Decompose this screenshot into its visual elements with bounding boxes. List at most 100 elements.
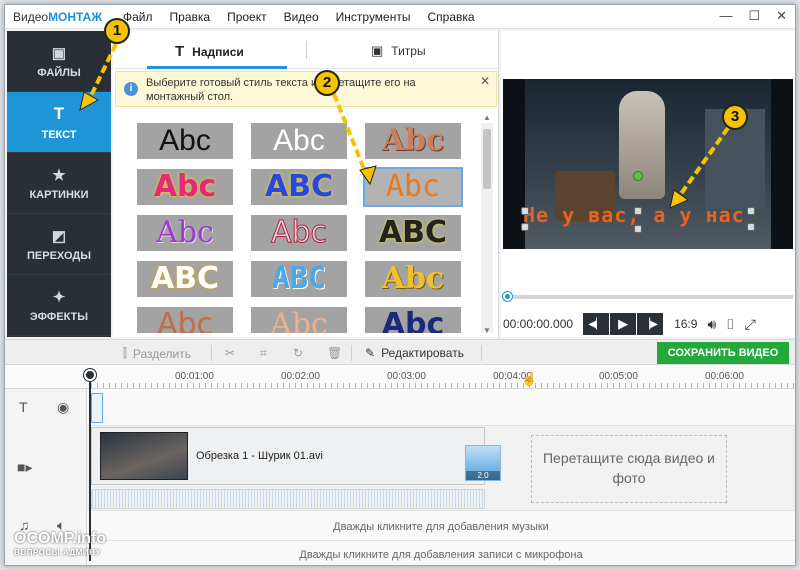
microphone-track[interactable]: Дважды кликните для добавления записи с … <box>87 543 795 565</box>
sidebar-item-transitions[interactable]: ◩ ПЕРЕХОДЫ <box>7 214 111 275</box>
text-style-tile[interactable]: ABC <box>137 261 233 297</box>
resize-handle[interactable] <box>747 223 755 231</box>
resize-handle[interactable] <box>634 207 642 215</box>
sidebar-item-label: ФАЙЛЫ <box>37 66 81 79</box>
preview-tools: 🔊︎ ⌷ ⤢ <box>707 316 755 333</box>
cut-icon[interactable]: ✂ <box>225 346 235 360</box>
edit-label: Редактировать <box>381 346 464 360</box>
resize-handle[interactable] <box>634 225 642 233</box>
sidebar-item-label: ТЕКСТ <box>41 128 77 141</box>
text-clip[interactable] <box>91 393 103 423</box>
ruler-tick-label: 00:05:00 <box>599 371 638 382</box>
resize-handle[interactable] <box>521 207 529 215</box>
text-style-tile[interactable]: Abc <box>365 123 461 159</box>
video-preview[interactable]: Не у вас, а у нас <box>503 79 793 249</box>
step-marker-2: 2 <box>314 70 340 96</box>
menu-help[interactable]: Справка <box>427 10 474 24</box>
menu-video[interactable]: Видео <box>284 10 319 24</box>
crop-icon[interactable]: ⌗ <box>260 346 267 361</box>
resize-handle[interactable] <box>521 223 529 231</box>
close-button[interactable]: ✕ <box>776 8 787 24</box>
menu-edit[interactable]: Правка <box>170 10 211 24</box>
hint-banner: i Выберите готовый стиль текста и перета… <box>115 71 497 107</box>
star-icon: ★ <box>52 166 66 184</box>
eye-icon[interactable]: ◉ <box>57 399 69 416</box>
sidebar-item-pictures[interactable]: ★ КАРТИНКИ <box>7 153 111 214</box>
text-style-tile[interactable]: ABC <box>251 261 347 297</box>
aspect-ratio-select[interactable]: 16:9 <box>674 317 697 331</box>
video-camera-icon: ■▸ <box>17 459 33 475</box>
music-track[interactable]: Дважды кликните для добавления музыки <box>87 513 795 541</box>
maximize-button[interactable]: ☐ <box>748 8 760 24</box>
sidebar-item-label: ПЕРЕХОДЫ <box>27 249 91 262</box>
logo-prefix: Видео <box>13 10 49 24</box>
text-style-tile[interactable]: ABC <box>365 215 461 251</box>
tab-titles[interactable]: ▣ Титры <box>371 43 426 59</box>
text-style-tile[interactable]: Abc <box>365 261 461 297</box>
resize-handle[interactable] <box>747 207 755 215</box>
rotate-icon[interactable]: ↻ <box>293 346 303 360</box>
library-tabs: T Надписи ▣ Титры <box>113 31 499 69</box>
text-style-tile[interactable]: Abc <box>137 215 233 251</box>
text-style-tile-selected[interactable]: Abc <box>363 167 463 207</box>
text-style-tile[interactable]: Abc <box>137 169 233 205</box>
media-drop-zone[interactable]: Перетащите сюда видео и фото <box>531 435 727 503</box>
menu-tools[interactable]: Инструменты <box>336 10 411 24</box>
library-scrollbar[interactable]: ▲ ▼ <box>481 113 493 335</box>
text-library-panel: T Надписи ▣ Титры i Выберите готовый сти… <box>113 31 499 337</box>
audio-waveform <box>91 489 485 509</box>
step-marker-3: 3 <box>722 104 748 130</box>
preview-panel: Не у вас, а у нас 00:00:00.000 ◀▏ ▶ ▕▶ 1… <box>501 31 795 337</box>
hint-close-button[interactable]: ✕ <box>480 74 490 88</box>
split-button[interactable]: ⫿ Разделить <box>123 346 191 361</box>
tab-label: Надписи <box>192 44 244 59</box>
play-button[interactable]: ▶ <box>610 313 637 335</box>
playhead-handle[interactable] <box>84 369 96 381</box>
scroll-thumb[interactable] <box>483 129 491 189</box>
time-display: 00:00:00.000 <box>503 317 574 331</box>
window-controls: — ☐ ✕ <box>719 8 787 24</box>
video-clip[interactable]: Обрезка 1 - Шурик 01.avi <box>91 427 485 485</box>
app-logo: ВидеоМОНТАЖ <box>13 10 102 24</box>
sidebar: ▣ ФАЙЛЫ T ТЕКСТ ★ КАРТИНКИ ◩ ПЕРЕХОДЫ ✦ … <box>7 31 111 337</box>
sidebar-item-label: ЭФФЕКТЫ <box>29 310 89 323</box>
seek-handle[interactable] <box>503 292 512 301</box>
tab-divider <box>306 41 307 59</box>
watermark-title: OCOMP.info <box>14 530 107 547</box>
next-frame-button[interactable]: ▕▶ <box>637 313 664 335</box>
pencil-icon: ✎ <box>365 346 376 360</box>
menu-file[interactable]: Файл <box>123 10 153 24</box>
sidebar-item-effects[interactable]: ✦ ЭФФЕКТЫ <box>7 275 111 336</box>
menu-project[interactable]: Проект <box>227 10 267 24</box>
save-video-button[interactable]: СОХРАНИТЬ ВИДЕО <box>657 342 789 364</box>
clip-name: Обрезка 1 - Шурик 01.avi <box>196 450 323 462</box>
volume-icon[interactable]: 🔊︎ <box>707 316 716 333</box>
text-style-tile[interactable]: Abc <box>251 215 347 251</box>
edit-button[interactable]: ✎ Редактировать <box>365 346 464 360</box>
timeline-ruler[interactable]: 00:01:00 00:02:00 00:03:00 00:04:00 00:0… <box>5 365 795 389</box>
minimize-button[interactable]: — <box>719 8 732 24</box>
text-style-tile[interactable]: Abc <box>251 123 347 159</box>
tab-captions[interactable]: T Надписи <box>175 43 244 60</box>
watermark-logo: OCOMP.info ВОПРОСЫ АДМИНУ <box>14 530 106 557</box>
scroll-down-icon[interactable]: ▼ <box>483 326 491 335</box>
delete-icon[interactable]: 🗑︎ <box>327 346 342 360</box>
sidebar-item-files[interactable]: ▣ ФАЙЛЫ <box>7 31 111 92</box>
text-style-tile[interactable]: Abc <box>137 123 233 159</box>
hint-text: Выберите готовый стиль текста и перетащи… <box>146 77 416 103</box>
scroll-up-icon[interactable]: ▲ <box>483 113 491 122</box>
scene-person <box>619 91 665 199</box>
text-style-tile[interactable]: Abc <box>251 307 347 333</box>
rotate-handle[interactable] <box>633 171 643 181</box>
seek-bar[interactable] <box>503 292 793 301</box>
ruler-tick-label: 00:02:00 <box>281 371 320 382</box>
split-label: Разделить <box>132 346 191 361</box>
text-style-tile[interactable]: ABC <box>251 169 347 205</box>
transition-thumbnail[interactable]: 2.0 <box>465 445 501 481</box>
text-style-tile[interactable]: Abc <box>137 307 233 333</box>
sidebar-item-text[interactable]: T ТЕКСТ <box>7 92 111 153</box>
camera-icon[interactable]: ⌷ <box>726 316 734 333</box>
text-style-tile[interactable]: Abc <box>365 307 461 333</box>
previous-frame-button[interactable]: ◀▏ <box>583 313 610 335</box>
fullscreen-icon[interactable]: ⤢ <box>745 316 756 333</box>
